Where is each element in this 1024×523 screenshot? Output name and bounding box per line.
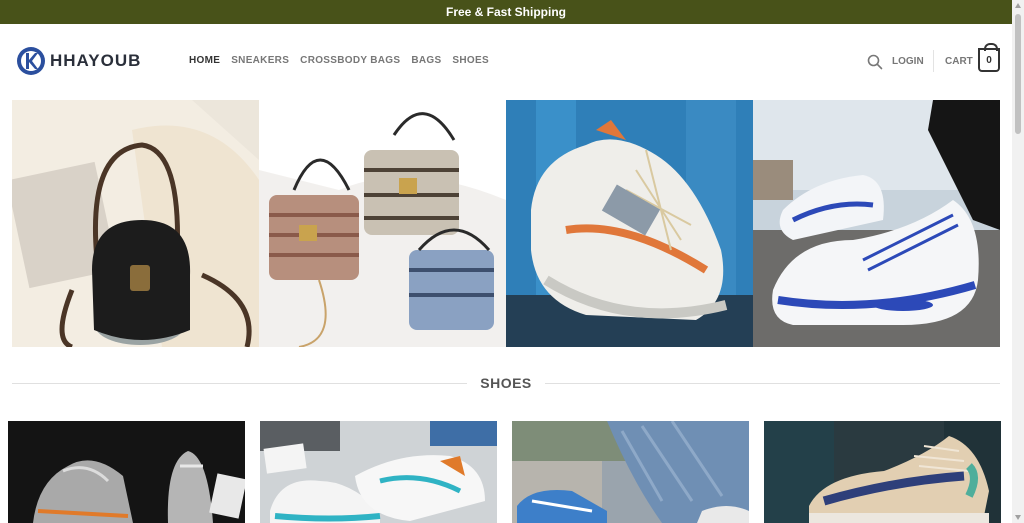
cart-link[interactable]: CART (945, 56, 973, 67)
section-divider-left (12, 382, 468, 384)
hero-tile-blue-sneaker[interactable] (753, 100, 1000, 347)
brand-name: HHAYOUB (50, 51, 142, 70)
nav-home[interactable]: HOME (189, 55, 220, 66)
brand-logo[interactable]: HHAYOUB (16, 46, 141, 76)
product-card[interactable] (512, 421, 749, 523)
section-title: SHOES (480, 375, 532, 391)
scroll-up-arrow-icon[interactable] (1015, 3, 1021, 8)
grey-mesh-sneakers-image (8, 421, 245, 523)
nav-bags[interactable]: BAGS (411, 55, 441, 66)
scroll-down-arrow-icon[interactable] (1015, 515, 1021, 520)
product-card[interactable] (8, 421, 245, 523)
announcement-bar: Free & Fast Shipping (0, 0, 1012, 24)
section-header: SHOES (12, 372, 1001, 394)
site-header: HHAYOUB HOME SNEAKERS CROSSBODY BAGS BAG… (0, 24, 1012, 100)
hero-tile-woven-bags[interactable] (259, 100, 506, 347)
announcement-text: Free & Fast Shipping (445, 5, 566, 19)
product-card[interactable] (764, 421, 1001, 523)
white-blue-sneaker-image (753, 100, 1000, 347)
login-link[interactable]: LOGIN (892, 56, 924, 67)
white-orange-sneaker-image (506, 100, 753, 347)
white-teal-sneakers-image (260, 421, 497, 523)
black-bucket-bag-image (12, 100, 259, 347)
nav-crossbody-bags[interactable]: CROSSBODY BAGS (300, 55, 400, 66)
section-divider-right (544, 382, 1001, 384)
nav-shoes[interactable]: SHOES (452, 55, 489, 66)
main-nav: HOME SNEAKERS CROSSBODY BAGS BAGS SHOES (189, 55, 489, 66)
cart-count-badge[interactable]: 0 (978, 43, 1000, 72)
navy-beige-sneaker-image (764, 421, 1001, 523)
search-icon[interactable] (867, 54, 883, 70)
jeans-blue-sneaker-image (512, 421, 749, 523)
nav-sneakers[interactable]: SNEAKERS (231, 55, 289, 66)
hero-tile-white-sneaker[interactable] (506, 100, 753, 347)
woven-mini-bags-image (259, 100, 506, 347)
hero-banner (12, 100, 1000, 347)
k-circle-logo-icon (17, 47, 45, 75)
header-divider (933, 50, 934, 72)
page-scrollbar[interactable] (1012, 0, 1024, 523)
product-card[interactable] (260, 421, 497, 523)
scroll-thumb[interactable] (1015, 14, 1021, 134)
product-grid (8, 421, 1004, 523)
hero-tile-bucket-bag[interactable] (12, 100, 259, 347)
